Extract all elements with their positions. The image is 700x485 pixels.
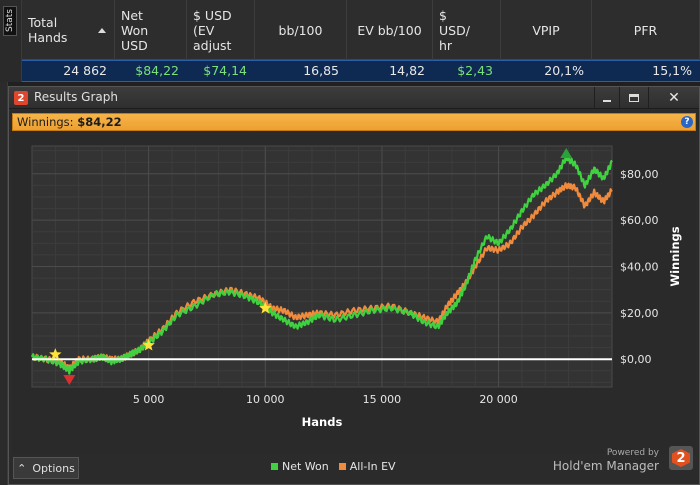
results-graph-window: 2 Results Graph ✕ Winnings: $84,22 ? 5 0… bbox=[8, 86, 700, 485]
column-header-1[interactable]: Net Won USD bbox=[115, 0, 187, 60]
x-tick-label: 5 000 bbox=[133, 393, 165, 406]
y-tick-label: $40,00 bbox=[620, 261, 659, 274]
column-header-5[interactable]: $ USD/ hr bbox=[433, 0, 501, 60]
table-cell-3: 16,85 bbox=[303, 63, 339, 78]
table-cell-7: 15,1% bbox=[652, 63, 692, 78]
table-cell-6: 20,1% bbox=[544, 63, 584, 78]
chart-legend: Net Won All-In EV bbox=[271, 460, 396, 473]
x-tick-label: 10 000 bbox=[246, 393, 285, 406]
graph-footer: ⌃ Options Net Won All-In EV Powered by H… bbox=[9, 446, 699, 484]
legend-swatch-net-won bbox=[271, 463, 278, 470]
app-badge-icon: 2 bbox=[14, 91, 28, 105]
left-rail bbox=[0, 82, 8, 485]
table-cell-4: 14,82 bbox=[389, 63, 425, 78]
column-header-label: EV bb/100 bbox=[357, 22, 422, 38]
column-header-label: $ USD (EV adjust bbox=[193, 7, 232, 53]
legend-item-net-won: Net Won bbox=[271, 460, 329, 473]
column-header-2[interactable]: $ USD (EV adjust bbox=[187, 0, 255, 60]
minimize-button[interactable] bbox=[594, 87, 618, 108]
x-axis-label: Hands bbox=[302, 415, 343, 429]
y-tick-label: $60,00 bbox=[620, 214, 659, 227]
column-header-label: PFR bbox=[633, 22, 658, 38]
legend-label-all-in-ev: All-In EV bbox=[349, 460, 396, 473]
winnings-label-text: Winnings: bbox=[17, 115, 74, 129]
y-tick-label: $20,00 bbox=[620, 307, 659, 320]
options-label: Options bbox=[32, 461, 75, 475]
brand-block: Powered by Hold'em Manager bbox=[553, 448, 659, 473]
column-header-label: bb/100 bbox=[278, 22, 323, 38]
app-root: Stats Total Hands Net Won USD $ USD (EV ad… bbox=[0, 0, 700, 485]
powered-by-text: Powered by bbox=[606, 448, 659, 458]
column-header-3[interactable]: bb/100 bbox=[255, 0, 347, 60]
legend-label-net-won: Net Won bbox=[282, 460, 329, 473]
table-cell-5: $2,43 bbox=[457, 63, 493, 78]
legend-item-all-in-ev: All-In EV bbox=[338, 460, 396, 473]
column-header-label: Total Hands bbox=[28, 15, 68, 45]
winnings-infobar: Winnings: $84,22 ? bbox=[12, 113, 696, 131]
window-title: Results Graph bbox=[34, 90, 118, 104]
results-chart: 5 000 10 000 15 000 20 000 $0,00 $20,00 $40,00… bbox=[12, 132, 696, 454]
stats-table-row[interactable]: 24 862 $84,22 $74,14 16,85 14,82 $2,43 20,1% 15… bbox=[22, 60, 700, 82]
help-icon[interactable]: ? bbox=[681, 116, 693, 128]
table-cell-2: $74,14 bbox=[203, 63, 247, 78]
options-button[interactable]: ⌃ Options bbox=[13, 457, 79, 479]
column-header-label: VPIP bbox=[532, 22, 560, 38]
table-cell-0: 24 862 bbox=[63, 63, 107, 78]
y-tick-label: $0,00 bbox=[620, 353, 652, 366]
results-chart-svg: 5 000 10 000 15 000 20 000 $0,00 $20,00 $40,00… bbox=[31, 145, 682, 429]
x-tick-label: 20 000 bbox=[479, 393, 518, 406]
column-header-0[interactable]: Total Hands bbox=[22, 0, 115, 60]
stats-tab-label: Stats bbox=[3, 6, 17, 36]
y-tick-label: $80,00 bbox=[620, 168, 659, 181]
stats-table-header: Total Hands Net Won USD $ USD (EV adjust bb… bbox=[22, 0, 700, 60]
brand-logo-icon: 2 bbox=[669, 446, 693, 470]
x-tick-label: 15 000 bbox=[363, 393, 402, 406]
close-button[interactable]: ✕ bbox=[648, 87, 699, 108]
sort-ascending-icon[interactable] bbox=[98, 28, 106, 33]
window-titlebar[interactable]: 2 Results Graph ✕ bbox=[9, 87, 699, 109]
column-header-label: $ USD/ hr bbox=[439, 7, 470, 53]
brand-badge: 2 bbox=[672, 449, 690, 467]
winnings-value: $84,22 bbox=[77, 115, 122, 129]
maximize-icon bbox=[628, 93, 639, 102]
brand-name: Hold'em Manager bbox=[552, 459, 659, 473]
column-header-7[interactable]: PFR bbox=[592, 0, 700, 60]
minimize-icon bbox=[602, 99, 611, 102]
stats-side-tab[interactable]: Stats bbox=[0, 0, 22, 82]
column-header-4[interactable]: EV bb/100 bbox=[347, 0, 433, 60]
column-header-label: Net Won USD bbox=[121, 7, 149, 53]
legend-swatch-all-in-ev bbox=[338, 463, 346, 470]
maximize-button[interactable] bbox=[619, 87, 647, 108]
y-axis-label: Winnings bbox=[668, 226, 682, 286]
close-icon: ✕ bbox=[668, 89, 680, 106]
chevron-up-icon: ⌃ bbox=[17, 461, 27, 475]
column-header-6[interactable]: VPIP bbox=[501, 0, 592, 60]
winnings-label: Winnings: $84,22 bbox=[17, 115, 122, 129]
table-cell-1: $84,22 bbox=[135, 63, 179, 78]
